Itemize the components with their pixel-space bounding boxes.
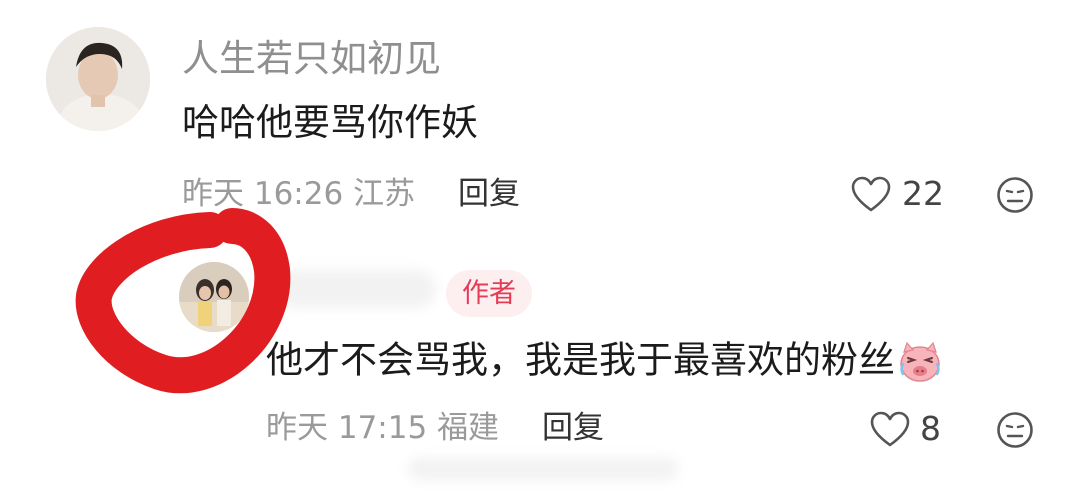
like-count: 8 [920, 409, 941, 448]
reply-button[interactable]: 回复 [542, 413, 604, 444]
comment-location: 江苏 [353, 176, 416, 212]
sad-face-icon[interactable] [996, 411, 1034, 449]
reply-button[interactable]: 回复 [458, 179, 520, 210]
comment-meta: 昨天 17:15 福建 [266, 413, 499, 444]
comment-time: 昨天 16:26 [182, 176, 344, 212]
heart-outline-icon[interactable] [851, 176, 891, 214]
comment-text-content: 他才不会骂我，我是我于最喜欢的粉丝 [266, 338, 895, 382]
comment-meta: 昨天 16:26 江苏 [182, 179, 415, 210]
sad-face-icon[interactable] [996, 176, 1034, 214]
crying-pig-emoji [897, 340, 943, 384]
comment-text: 他才不会骂我，我是我于最喜欢的粉丝 [266, 340, 943, 384]
author-badge: 作者 [446, 270, 532, 317]
blurred-bottom-text [408, 458, 678, 480]
comment-text: 哈哈他要骂你作妖 [182, 101, 478, 144]
comment-location: 福建 [437, 410, 500, 446]
avatar[interactable] [46, 27, 150, 131]
username-redacted [276, 270, 436, 308]
username[interactable]: 人生若只如初见 [182, 40, 441, 77]
author-avatar[interactable] [179, 262, 249, 332]
heart-outline-icon[interactable] [870, 411, 910, 449]
like-count: 22 [902, 174, 944, 213]
comment-time: 昨天 17:15 [266, 410, 428, 446]
